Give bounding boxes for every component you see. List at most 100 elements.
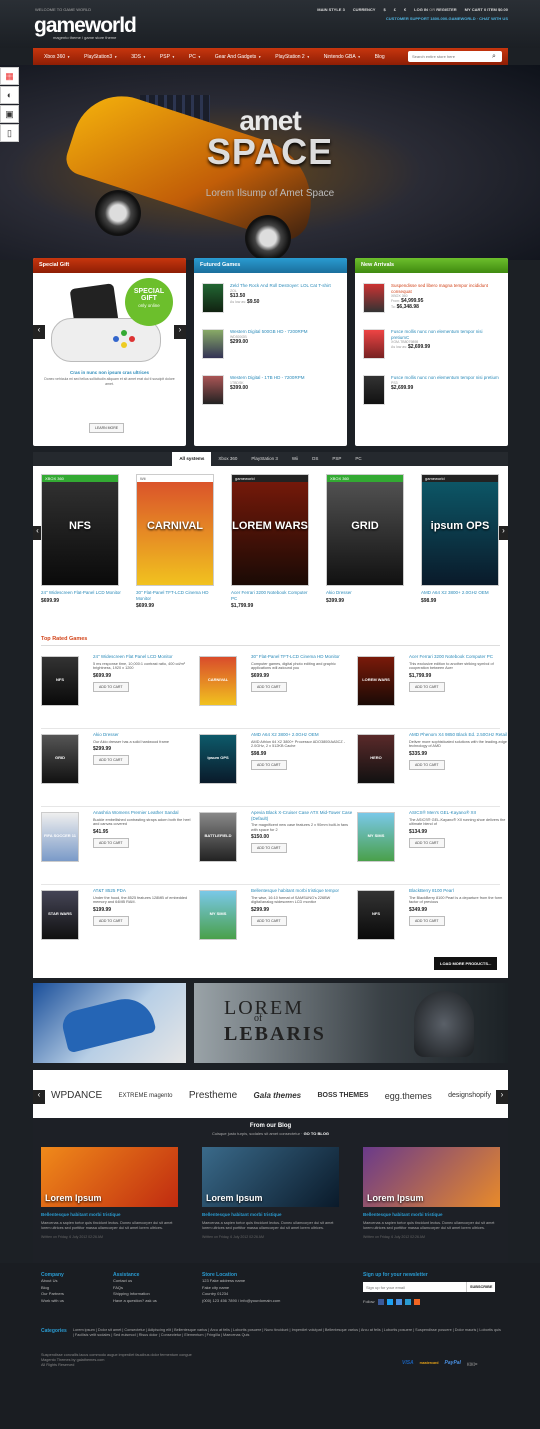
blog-image[interactable]: Lorem Ipsum (202, 1147, 339, 1207)
product-name[interactable]: Acer Ferrari 3200 Notebook Computer PC (231, 590, 315, 601)
brand-logo[interactable]: Prestheme (189, 1090, 237, 1101)
carousel-item[interactable]: XBOX 360 NFS 24" Widescreen Flat-Panel L… (41, 474, 125, 604)
learn-more-button[interactable]: LEARN MORE (89, 423, 125, 433)
subscribe-button[interactable]: SUBSCRIBE (466, 1282, 496, 1292)
top-rated-item[interactable]: BATTLEFIELD Apevia Black X-Cruiser Case … (199, 810, 352, 882)
list-item[interactable]: Fusce mollis nunc non elementum tempor n… (355, 329, 508, 375)
prev-arrow-icon[interactable]: ‹ (33, 325, 45, 339)
top-rated-item[interactable]: NFS BlackBerry 8100 Pearl The BlackBerry… (357, 888, 507, 960)
brands-next-icon[interactable]: › (496, 1090, 508, 1104)
top-rated-item[interactable]: STAR WARS AT&T 8525 PDA Under the hood, … (41, 888, 191, 960)
add-to-cart-button[interactable]: ADD TO CART (251, 915, 287, 926)
special-product-name[interactable]: Cras in nunc non ipsum cras ultrices (33, 370, 186, 375)
add-to-cart-button[interactable]: ADD TO CART (93, 755, 129, 766)
product-thumbnail[interactable] (363, 329, 385, 359)
nav-gear[interactable]: Gear And Gadgets ▼ (208, 54, 268, 60)
product-cover[interactable]: gameworld LOREM WARS (231, 474, 309, 586)
facebook-icon[interactable] (377, 1299, 384, 1306)
twitter-icon[interactable] (386, 1299, 393, 1306)
hero-banner[interactable]: amet SPACE Lorem Ilsump of Amet Space (0, 65, 540, 260)
currency-gbp[interactable]: £ (394, 7, 396, 12)
product-cover[interactable]: gameworld ipsum OPS (421, 474, 499, 586)
footer-link[interactable]: Work with us (41, 1298, 64, 1305)
tab-ds[interactable]: DS (305, 452, 325, 466)
tab-wii[interactable]: Wii (285, 452, 305, 466)
load-more-button[interactable]: LOAD MORE PRODUCTS... (434, 957, 498, 970)
top-rated-item[interactable]: ipsum OPS AMD A64 X2 3800+ 2.0GHz OEM AM… (199, 732, 349, 804)
nav-xbox360[interactable]: Xbox 360 ▼ (37, 54, 77, 60)
tab-playstation3[interactable]: PlayStation 3 (244, 452, 285, 466)
footer-link[interactable]: Have a question? ask us (113, 1298, 157, 1305)
blog-post-title[interactable]: Bellentesque habitant morbi tristique (41, 1212, 178, 1217)
blog-image[interactable]: Lorem Ipsum (363, 1147, 500, 1207)
product-name[interactable]: 24" Widescreen Flat Panel LCD Monitor (93, 654, 195, 660)
login-link[interactable]: LOG IN OR REGISTER (414, 7, 456, 12)
product-thumbnail[interactable]: MY SIMS (199, 890, 237, 940)
my-cart[interactable]: MY CART 0 ITEM $0.00 (465, 7, 508, 12)
tab-xbox360[interactable]: Xbox 360 (211, 452, 244, 466)
blog-image[interactable]: Lorem Ipsum (41, 1147, 178, 1207)
product-name[interactable]: Anashria Womens Premier Leather Sandal (93, 810, 195, 816)
product-name[interactable]: 24" Widescreen Flat-Panel LCD Monitor (41, 590, 125, 596)
blog-post[interactable]: Lorem Ipsum Bellentesque habitant morbi … (202, 1147, 339, 1239)
currency-label[interactable]: CURRENCY (353, 7, 376, 12)
list-item[interactable]: Zeld The Rock And Roll Destroyer: LOL Ca… (194, 283, 347, 329)
carousel-item[interactable]: gameworld LOREM WARS Acer Ferrari 3200 N… (231, 474, 315, 609)
add-to-cart-button[interactable]: ADD TO CART (409, 837, 445, 848)
nav-blog[interactable]: Blog (368, 54, 392, 60)
nav-playstation3[interactable]: PlayStation3 ▼ (77, 54, 124, 60)
list-item[interactable]: Fusce mollis nunc non elementum tempor n… (355, 375, 508, 421)
nav-psp[interactable]: PSP ▼ (153, 54, 182, 60)
product-name[interactable]: Apevia Black X-Cruiser Case ATX Mid-Towe… (251, 810, 353, 821)
top-rated-item[interactable]: FIFA SOCCER 11 Anashria Womens Premier L… (41, 810, 191, 882)
footer-link[interactable]: Our Partners (41, 1291, 64, 1298)
product-thumbnail[interactable]: MY SIMS (357, 812, 395, 862)
add-to-cart-button[interactable]: ADD TO CART (93, 915, 129, 926)
nav-pc[interactable]: PC ▼ (182, 54, 208, 60)
brand-logo[interactable]: EXTREME magento (118, 1093, 172, 1099)
product-thumbnail[interactable]: GRID (41, 734, 79, 784)
background-icon[interactable]: ▣ (0, 105, 19, 123)
carousel-item[interactable]: Wii CARNIVAL 30" Flat-Panel TFT-LCD Cine… (136, 474, 220, 609)
search-input[interactable] (408, 51, 488, 62)
tab-psp[interactable]: PSP (325, 452, 348, 466)
product-name[interactable]: Akio Dresser (326, 590, 410, 596)
blog-post-title[interactable]: Bellentesque habitant morbi tristique (202, 1212, 339, 1217)
brand-logo[interactable]: Gala themes (254, 1091, 302, 1100)
lebaris-banner[interactable]: LOREM of LEBARIS (194, 983, 508, 1063)
product-name[interactable]: Acer Ferrari 3200 Notebook Computer PC (409, 654, 511, 660)
list-item[interactable]: Western Digital - 1TB HD - 7200RPM 1TBDSK… (194, 375, 347, 421)
add-to-cart-button[interactable]: ADD TO CART (251, 843, 287, 854)
product-cover[interactable]: XBOX 360 NFS (41, 474, 119, 586)
rally-banner[interactable] (33, 983, 186, 1063)
carousel-item[interactable]: XBOX 360 GRID Akio Dresser $399.99 (326, 474, 410, 604)
product-cover[interactable]: Wii CARNIVAL (136, 474, 214, 586)
linkedin-icon[interactable] (395, 1299, 402, 1306)
add-to-cart-button[interactable]: ADD TO CART (93, 837, 129, 848)
currency-eur[interactable]: € (404, 7, 406, 12)
product-thumbnail[interactable]: HERO (357, 734, 395, 784)
add-to-cart-button[interactable]: ADD TO CART (251, 681, 287, 692)
brand-logo[interactable]: BOSS THEMES (317, 1092, 368, 1099)
product-thumbnail[interactable]: BATTLEFIELD (199, 812, 237, 862)
blog-post[interactable]: Lorem Ipsum Bellentesque habitant morbi … (41, 1147, 178, 1239)
product-name[interactable]: 30" Flat-Panel TFT-LCD Cinema HD Monitor (136, 590, 220, 601)
product-thumbnail[interactable]: STAR WARS (41, 890, 79, 940)
product-thumbnail[interactable] (363, 283, 385, 313)
carousel-item[interactable]: gameworld ipsum OPS AMD A64 X2 3800+ 2.0… (421, 474, 505, 604)
product-thumbnail[interactable]: NFS (41, 656, 79, 706)
product-name[interactable]: Bellentesque habitant morbi tristique te… (251, 888, 353, 894)
search-icon[interactable]: ⌕ (492, 52, 500, 61)
brand-logo[interactable]: designshopify (448, 1092, 491, 1099)
product-thumbnail[interactable]: FIFA SOCCER 11 (41, 812, 79, 862)
product-thumbnail[interactable] (202, 329, 224, 359)
top-rated-item[interactable]: MY SIMS Bellentesque habitant morbi tris… (199, 888, 349, 960)
category-links[interactable]: Lorem ipsum | Dolor sit amet | Consectet… (73, 1328, 501, 1338)
product-name[interactable]: ASICS® Men's GEL-Kayano® XII (409, 810, 511, 816)
product-name[interactable]: AT&T 8525 PDA (93, 888, 195, 894)
product-name[interactable]: Akio Dresser (93, 732, 195, 738)
product-name[interactable]: 30" Flat-Panel TFT-LCD Cinema HD Monitor (251, 654, 353, 660)
add-to-cart-button[interactable]: ADD TO CART (251, 759, 287, 770)
brands-prev-icon[interactable]: ‹ (33, 1090, 45, 1104)
list-item[interactable]: Suspendisse sed libero magna tempor inci… (355, 283, 508, 329)
